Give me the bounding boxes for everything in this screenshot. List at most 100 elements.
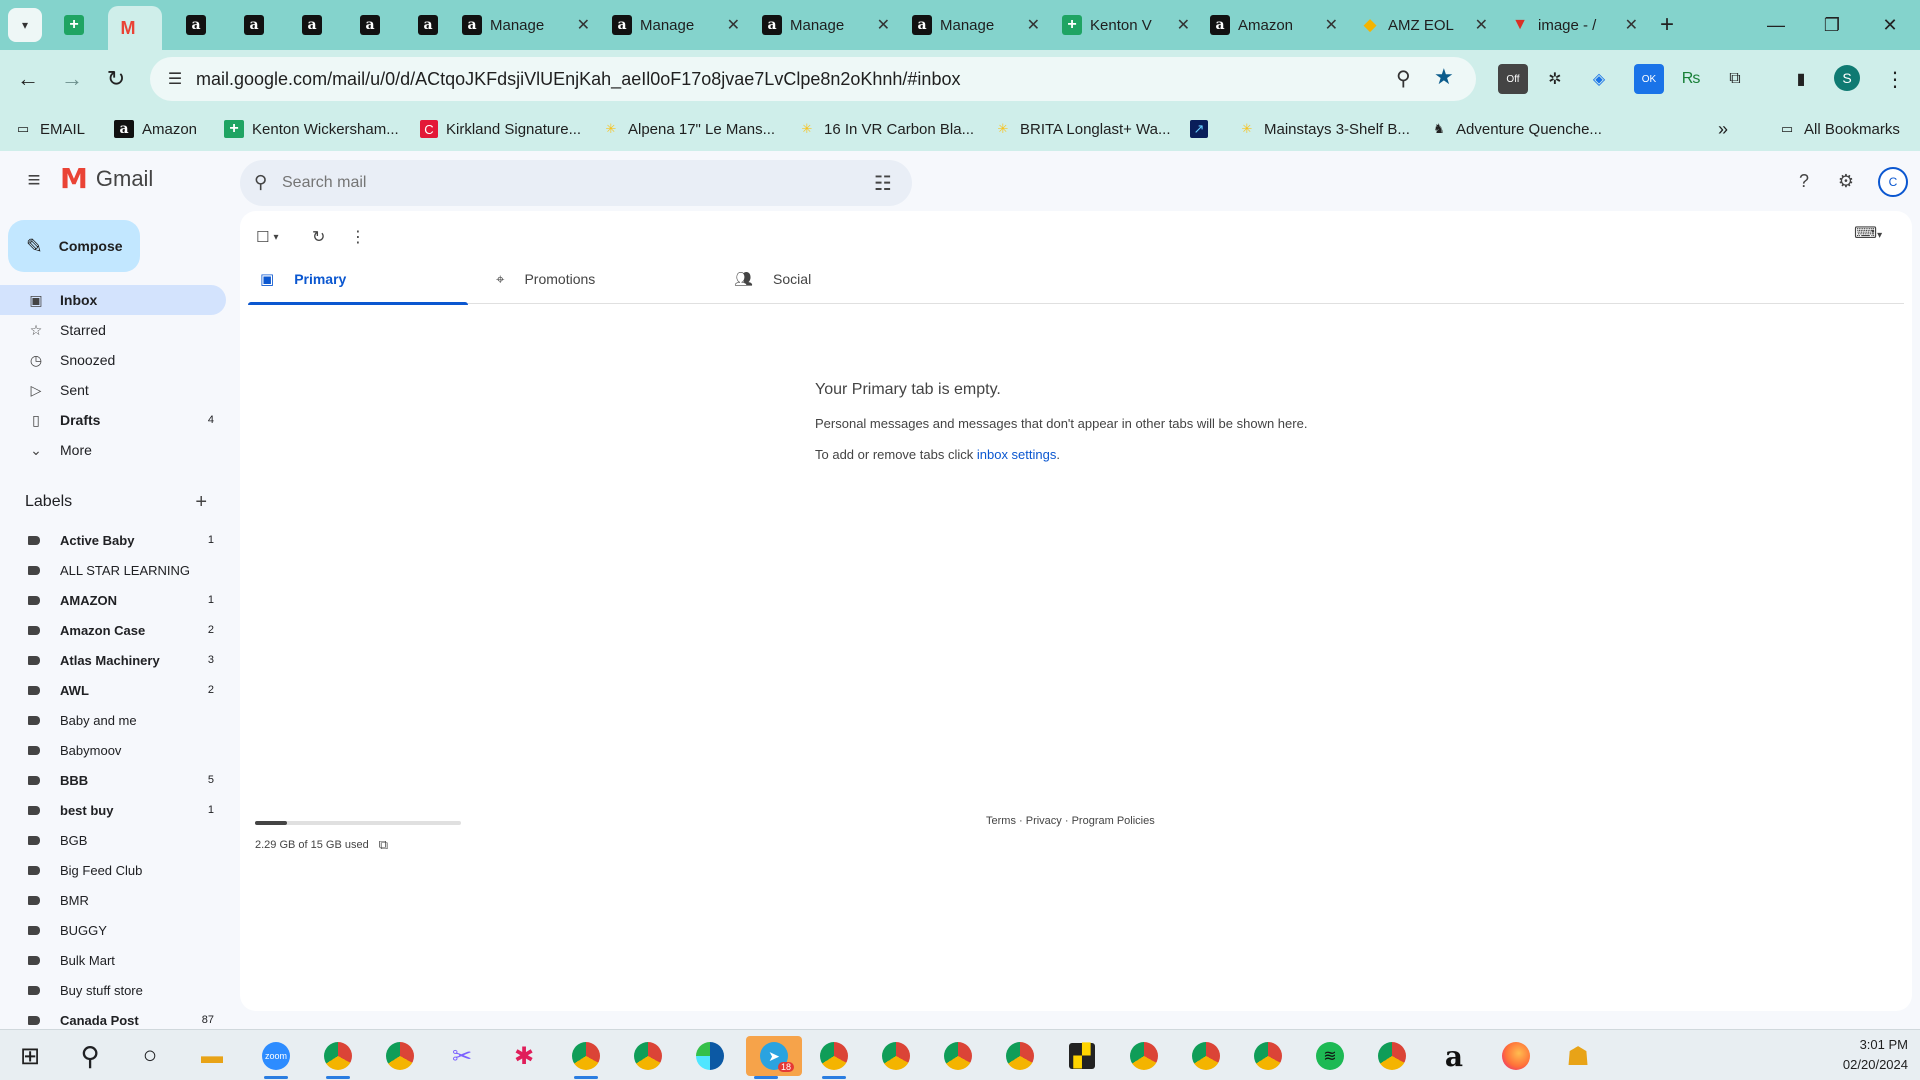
nav-drafts[interactable]: ▯ Drafts 4 (0, 405, 226, 435)
close-icon[interactable]: ✕ (1177, 15, 1190, 35)
nav-sent[interactable]: ▷ Sent (0, 375, 226, 405)
new-tab-button[interactable]: + (1652, 10, 1682, 40)
extension-icon[interactable]: ₨ (1676, 64, 1706, 94)
label-item[interactable]: Active Baby 1 (0, 525, 226, 555)
browser-tab[interactable]: + Kenton V ✕ (1052, 6, 1200, 44)
side-panel-icon[interactable]: ▮ (1786, 64, 1816, 94)
close-icon[interactable]: ✕ (1475, 15, 1488, 35)
label-item[interactable]: Babymoov (0, 735, 226, 765)
nav-inbox[interactable]: ▣ Inbox (0, 285, 226, 315)
browser-tab[interactable]: ◆ AMZ EOL ✕ (1350, 6, 1498, 44)
label-item[interactable]: AWL 2 (0, 675, 226, 705)
bookmark-item[interactable]: ▭ EMAIL (14, 116, 85, 142)
account-avatar[interactable]: C (1878, 167, 1908, 197)
reload-button[interactable]: ↻ (100, 63, 132, 95)
spotify-button[interactable]: ≋ (1310, 1036, 1350, 1076)
file-explorer-button[interactable]: ▬ (192, 1036, 232, 1076)
browser-tab[interactable]: a (350, 6, 394, 44)
input-tools-button[interactable]: ⌨▾ (1854, 223, 1882, 243)
chrome-taskbar-button[interactable] (1372, 1036, 1412, 1076)
extensions-puzzle-icon[interactable]: ⧉ (1720, 64, 1750, 94)
more-bookmarks-button[interactable]: » (1718, 116, 1728, 142)
create-label-plus-icon[interactable]: + (195, 491, 207, 514)
browser-tab[interactable]: a Manage ✕ (902, 6, 1050, 44)
back-button[interactable]: ← (12, 63, 44, 95)
select-checkbox[interactable]: ☐ ▾ (256, 225, 278, 249)
browser-tab[interactable]: a Manage ✕ (602, 6, 750, 44)
settings-gear-icon[interactable]: ⚙ (1832, 167, 1860, 195)
bookmark-item[interactable]: a Amazon (114, 116, 197, 142)
browser-tab[interactable]: a (292, 6, 336, 44)
zoom-taskbar-button[interactable]: zoom (256, 1036, 296, 1079)
minimize-button[interactable]: — (1756, 8, 1796, 42)
browser-tab-active[interactable]: M (108, 6, 162, 50)
tab-primary[interactable]: ▣ Primary (248, 254, 468, 305)
chrome-taskbar-button[interactable] (1248, 1036, 1288, 1076)
tab-promotions[interactable]: ⌖ Promotions (484, 254, 704, 304)
label-item[interactable]: Baby and me (0, 705, 226, 735)
app-taskbar-button[interactable]: ☗ (1558, 1036, 1598, 1076)
terms-link[interactable]: Terms (986, 815, 1016, 827)
browser-tab[interactable]: a Manage ✕ (752, 6, 900, 44)
close-icon[interactable]: ✕ (877, 15, 890, 35)
search-icon[interactable]: ⚲ (254, 172, 267, 193)
menu-dots-icon[interactable]: ⋮ (1880, 64, 1910, 94)
bookmark-item[interactable]: ✳ 16 In VR Carbon Bla... (798, 116, 975, 142)
privacy-link[interactable]: Privacy (1026, 815, 1062, 827)
close-icon[interactable]: ✕ (1325, 15, 1338, 35)
system-clock[interactable]: 3:01 PM 02/20/2024 (1820, 1035, 1908, 1075)
label-item[interactable]: Amazon Case 2 (0, 615, 226, 645)
inbox-settings-link[interactable]: inbox settings (977, 447, 1057, 462)
extension-ok-icon[interactable]: OK (1634, 64, 1664, 94)
edge-button[interactable] (690, 1036, 730, 1076)
tab-social[interactable]: 👥︎ Social (722, 254, 942, 304)
browser-tab[interactable]: a (408, 6, 452, 44)
browser-tab[interactable]: a (234, 6, 278, 44)
label-item[interactable]: BGB (0, 825, 226, 855)
main-menu-button[interactable]: ≡ (20, 166, 48, 194)
label-item[interactable]: best buy 1 (0, 795, 226, 825)
chrome-taskbar-button[interactable] (566, 1036, 606, 1079)
close-window-button[interactable]: ✕ (1870, 8, 1910, 42)
nav-starred[interactable]: ☆ Starred (0, 315, 226, 345)
label-item[interactable]: Bulk Mart (0, 945, 226, 975)
bookmark-item[interactable]: ↗ (1190, 116, 1208, 142)
extension-off-icon[interactable]: Off (1498, 64, 1528, 94)
chrome-taskbar-button[interactable] (628, 1036, 668, 1076)
label-item[interactable]: Atlas Machinery 3 (0, 645, 226, 675)
close-icon[interactable]: ✕ (577, 15, 590, 35)
address-bar[interactable]: ☰ mail.google.com/mail/u/0/d/ACtqoJKFdsj… (150, 57, 1476, 101)
chrome-taskbar-button[interactable] (1124, 1036, 1164, 1076)
refresh-button[interactable]: ↻ (312, 225, 325, 249)
bookmark-star-icon[interactable]: ★ (1434, 64, 1454, 90)
help-icon[interactable]: ? (1790, 167, 1818, 195)
chrome-taskbar-button[interactable] (876, 1036, 916, 1076)
chrome-taskbar-button[interactable] (380, 1036, 420, 1076)
chrome-taskbar-button[interactable] (318, 1036, 358, 1079)
browser-tab[interactable]: a Amazon ✕ (1200, 6, 1348, 44)
program-policies-link[interactable]: Program Policies (1072, 815, 1155, 827)
bookmark-item[interactable]: ✳ Mainstays 3-Shelf B... (1238, 116, 1410, 142)
more-actions-button[interactable]: ⋮ (350, 225, 366, 249)
extension-icon[interactable]: ◈ (1584, 64, 1614, 94)
label-item[interactable]: Buy stuff store (0, 975, 226, 1005)
chrome-taskbar-button[interactable] (938, 1036, 978, 1076)
bookmark-item[interactable]: ✳ BRITA Longlast+ Wa... (994, 116, 1171, 142)
bookmark-item[interactable]: + Kenton Wickersham... (224, 116, 399, 142)
tab-search-button[interactable]: ▾ (8, 8, 42, 42)
browser-tab[interactable]: ▼ image - / ✕ (1500, 6, 1648, 44)
telegram-button[interactable]: ➤ 18 (746, 1036, 802, 1079)
restore-button[interactable]: ❐ (1812, 8, 1852, 42)
extension-icon[interactable]: ✲ (1540, 64, 1570, 94)
close-icon[interactable]: ✕ (727, 15, 740, 35)
label-item[interactable]: BMR (0, 885, 226, 915)
search-input[interactable] (280, 169, 840, 197)
bookmark-item[interactable]: ✳ Alpena 17" Le Mans... (602, 116, 776, 142)
label-item[interactable]: BBB 5 (0, 765, 226, 795)
amazon-taskbar-button[interactable]: a (1434, 1036, 1474, 1076)
open-external-icon[interactable]: ⧉ (379, 837, 388, 853)
profile-avatar[interactable]: S (1834, 65, 1860, 91)
zoom-icon[interactable]: ⚲ (1396, 66, 1411, 91)
browser-tab[interactable]: a (176, 6, 220, 44)
bookmark-item[interactable]: ♞ Adventure Quenche... (1430, 116, 1602, 142)
